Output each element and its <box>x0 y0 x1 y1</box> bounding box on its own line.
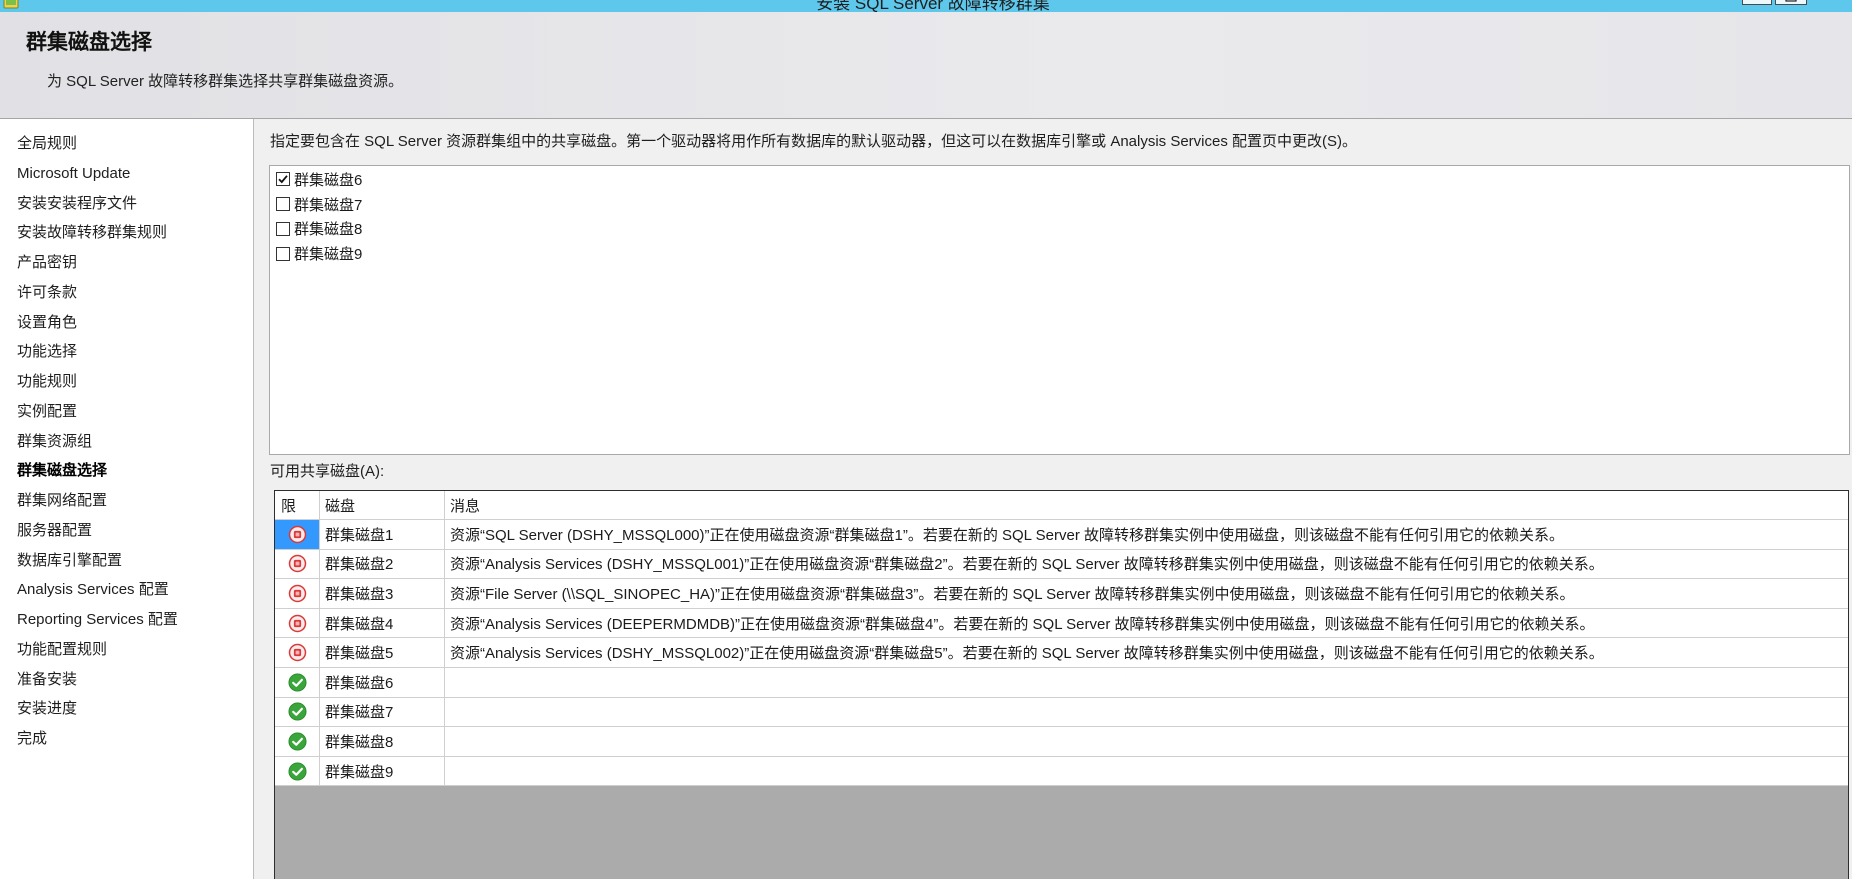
setup-steps-list: 全局规则 Microsoft Update 安装安装程序文件安装故障转移群集规则 产品… <box>0 129 253 754</box>
table-row[interactable]: 群集磁盘5 资源“Analysis Services (DSHY_MSSQL002… <box>275 638 1848 668</box>
message-cell[interactable] <box>445 698 1848 728</box>
sidebar-step: 功能选择 <box>17 343 78 361</box>
disk-checklist-label[interactable]: 群集磁盘8 <box>294 218 362 239</box>
stop-icon <box>288 614 306 632</box>
message-cell[interactable]: 资源“SQL Server (DSHY_MSSQL000)”正在使用磁盘资源“群… <box>445 520 1848 550</box>
window-title-bar[interactable]: 安装 SQL Server 故障转移群集 <box>0 0 1852 12</box>
status-cell[interactable] <box>275 579 320 609</box>
checkbox[interactable] <box>276 197 290 212</box>
check-icon <box>287 673 307 692</box>
checkbox[interactable] <box>276 221 290 236</box>
disk-cell[interactable]: 群集磁盘1 <box>320 520 445 550</box>
sidebar-step: 准备安装 <box>17 670 78 688</box>
instruction-text: 指定要包含在 SQL Server 资源群集组中的共享磁盘。第一个驱动器将用作所… <box>270 133 1358 150</box>
table-row[interactable]: 群集磁盘2 资源“Analysis Services (DSHY_MSSQL001… <box>275 549 1848 580</box>
disk-cell[interactable]: 群集磁盘9 <box>320 756 445 787</box>
page-subtitle: 为 SQL Server 故障转移群集选择共享群集磁盘资源。 <box>47 73 404 90</box>
disk-checklist-item[interactable]: 群集磁盘8 <box>270 217 1849 242</box>
available-disks-table[interactable]: 限 磁盘 消息 群集磁盘1 资源“SQL Server (DSHY_MSSQL00… <box>274 490 1849 879</box>
message-cell[interactable]: 资源“Analysis Services (DEEPERMDMDB)”正在使用磁… <box>445 609 1848 639</box>
checkmark-icon <box>278 175 288 184</box>
sidebar-step: Analysis Services 配置 <box>17 581 169 599</box>
setup-steps-sidebar: 全局规则 Microsoft Update 安装安装程序文件安装故障转移群集规则 产品… <box>0 119 254 879</box>
status-cell[interactable] <box>275 667 320 698</box>
minimize-icon <box>1743 0 1771 4</box>
sidebar-step: 全局规则 <box>17 135 78 152</box>
column-header-disk[interactable]: 磁盘 <box>320 491 445 520</box>
stop-icon <box>288 584 306 603</box>
table-row[interactable]: 群集磁盘1 资源“SQL Server (DSHY_MSSQL000)”正在使用磁… <box>275 520 1848 550</box>
checkbox-checked[interactable] <box>276 172 290 187</box>
status-cell[interactable] <box>275 549 320 580</box>
status-cell[interactable] <box>275 727 320 757</box>
table-header: 限 磁盘 消息 <box>275 491 1848 520</box>
sidebar-step: 群集网络配置 <box>17 492 108 509</box>
disk-cell[interactable]: 群集磁盘5 <box>320 638 445 668</box>
disk-cell[interactable]: 群集磁盘7 <box>320 697 445 728</box>
stop-icon <box>288 525 306 544</box>
message-cell[interactable] <box>445 668 1848 698</box>
sidebar-step: 群集资源组 <box>17 432 93 450</box>
message-cell[interactable] <box>445 727 1848 757</box>
disk-checklist-label[interactable]: 群集磁盘7 <box>294 194 362 215</box>
status-cell[interactable] <box>275 520 320 550</box>
column-header-message[interactable]: 消息 <box>445 491 1848 520</box>
message-cell[interactable]: 资源“Analysis Services (DSHY_MSSQL001)”正在使… <box>445 550 1848 580</box>
check-icon <box>287 762 307 781</box>
check-icon <box>287 732 307 751</box>
available-disks-label: 可用共享磁盘(A): <box>270 463 385 480</box>
table-row[interactable]: 群集磁盘6 <box>275 667 1848 698</box>
status-cell[interactable] <box>275 756 320 787</box>
sidebar-step: 实例配置 <box>17 402 78 420</box>
sidebar-step: 设置角色 <box>17 313 78 331</box>
table-body: 群集磁盘1 资源“SQL Server (DSHY_MSSQL000)”正在使用磁… <box>275 520 1848 787</box>
page-title: 群集磁盘选择 <box>26 31 152 54</box>
disk-cell[interactable]: 群集磁盘2 <box>320 549 445 580</box>
disk-checklist-item[interactable]: 群集磁盘7 <box>270 192 1849 217</box>
page-header: 群集磁盘选择 为 SQL Server 故障转移群集选择共享群集磁盘资源。 <box>0 12 1852 119</box>
status-cell[interactable] <box>275 638 320 668</box>
message-cell[interactable]: 资源“File Server (\\SQL_SINOPEC_HA)”正在使用磁盘… <box>445 579 1848 609</box>
table-row[interactable]: 群集磁盘4 资源“Analysis Services (DEEPERMDMDB)”… <box>275 608 1848 639</box>
maximize-icon <box>1785 0 1797 2</box>
sidebar-step: 完成 <box>17 730 48 747</box>
table-row[interactable]: 群集磁盘8 <box>275 727 1848 757</box>
shared-disk-checklist[interactable]: 群集磁盘6 群集磁盘7 群集磁盘8 群集磁盘9 <box>269 165 1850 455</box>
maximize-button[interactable] <box>1775 0 1807 5</box>
window-title: 安装 SQL Server 故障转移群集 <box>816 0 1050 12</box>
stop-icon <box>288 555 306 573</box>
checkbox[interactable] <box>276 246 290 261</box>
table-row[interactable]: 群集磁盘3 资源“File Server (\\SQL_SINOPEC_HA)”正… <box>275 579 1848 609</box>
sidebar-step: 许可条款 <box>17 283 78 301</box>
minimize-button[interactable] <box>1742 0 1772 5</box>
sidebar-step-current: 群集磁盘选择 <box>17 462 108 480</box>
disk-cell[interactable]: 群集磁盘3 <box>320 579 445 609</box>
disk-cell[interactable]: 群集磁盘6 <box>320 667 445 698</box>
sidebar-step: 安装故障转移群集规则 <box>17 224 168 242</box>
stop-icon <box>288 643 306 662</box>
sidebar-step: Microsoft Update <box>17 164 131 182</box>
disk-checklist-item[interactable]: 群集磁盘6 <box>270 167 1849 192</box>
sidebar-step: Reporting Services 配置 <box>17 611 178 628</box>
message-cell[interactable]: 资源“Analysis Services (DSHY_MSSQL002)”正在使… <box>445 638 1848 668</box>
disk-checklist-label[interactable]: 群集磁盘9 <box>294 243 362 264</box>
column-header-status[interactable]: 限 <box>275 491 320 520</box>
check-icon <box>287 702 307 721</box>
status-cell[interactable] <box>275 608 320 639</box>
status-cell[interactable] <box>275 697 320 728</box>
message-cell[interactable] <box>445 757 1848 787</box>
sidebar-step: 功能规则 <box>17 373 78 390</box>
sidebar-step: 产品密钥 <box>17 254 78 271</box>
disk-checklist-label[interactable]: 群集磁盘6 <box>294 169 362 190</box>
table-row[interactable]: 群集磁盘7 <box>275 697 1848 728</box>
disk-cell[interactable]: 群集磁盘4 <box>320 608 445 639</box>
sidebar-step: 安装进度 <box>17 700 78 718</box>
sidebar-step: 服务器配置 <box>17 521 93 539</box>
sidebar-step: 安装安装程序文件 <box>17 194 138 212</box>
disk-cell[interactable]: 群集磁盘8 <box>320 727 445 757</box>
table-row[interactable]: 群集磁盘9 <box>275 756 1848 787</box>
disk-checklist-item[interactable]: 群集磁盘9 <box>270 241 1849 266</box>
sidebar-step: 功能配置规则 <box>17 640 108 658</box>
sidebar-step: 数据库引擎配置 <box>17 551 123 569</box>
